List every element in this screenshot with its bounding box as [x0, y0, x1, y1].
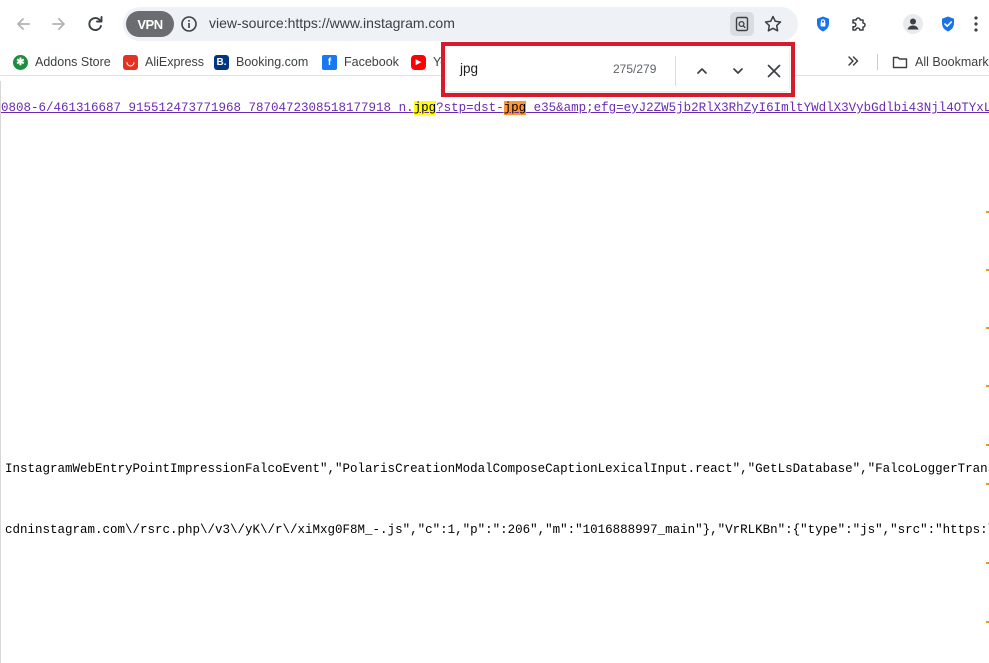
- url-text[interactable]: view-source:https://www.instagram.com: [209, 15, 455, 31]
- addons-store-icon: ✱: [13, 54, 28, 70]
- find-input[interactable]: jpg: [460, 61, 478, 76]
- search-match-active: jpg: [503, 101, 527, 115]
- site-info-icon[interactable]: [180, 15, 198, 33]
- facebook-icon: f: [322, 54, 337, 70]
- vpn-label: VPN: [137, 16, 163, 32]
- find-in-page-icon: [735, 16, 749, 32]
- browser-toolbar: VPN view-source:https://www.instagram.co…: [0, 0, 989, 48]
- find-previous-button[interactable]: [688, 57, 716, 85]
- folder-icon: [892, 56, 908, 69]
- double-chevron-right-icon: [848, 56, 859, 66]
- vpn-button[interactable]: VPN: [126, 11, 174, 37]
- more-bookmarks-button[interactable]: [846, 51, 860, 71]
- bookmark-booking[interactable]: B. Booking.com: [214, 52, 308, 72]
- profile-button[interactable]: [900, 11, 926, 37]
- star-icon: [764, 15, 782, 32]
- source-line-image-url[interactable]: 0808-6/461316687_915512473771968_7870472…: [1, 101, 989, 115]
- chevron-up-icon: [697, 68, 707, 74]
- youtube-icon: ▶: [411, 54, 426, 70]
- all-bookmarks-button[interactable]: All Bookmarks: [892, 52, 989, 72]
- reload-button[interactable]: [80, 9, 110, 39]
- bookmark-label: Facebook: [344, 55, 399, 69]
- security-extension-button[interactable]: [935, 11, 961, 37]
- reload-icon: [88, 16, 103, 31]
- find-match-count: 275/279: [613, 62, 657, 76]
- profile-avatar-icon: [903, 14, 923, 34]
- kebab-menu-icon: [974, 16, 978, 32]
- bookmark-aliexpress[interactable]: ◡ AliExpress: [123, 52, 204, 72]
- bookmarks-divider: [877, 54, 878, 70]
- close-icon: [767, 64, 781, 78]
- extensions-button[interactable]: [846, 11, 872, 37]
- find-bar-annotation: jpg 275/279: [441, 42, 795, 97]
- find-bar: jpg 275/279: [447, 48, 789, 91]
- shield-icon: [817, 16, 829, 32]
- puzzle-icon: [852, 17, 866, 31]
- back-button[interactable]: [8, 9, 38, 39]
- source-text: ?stp=dst-: [436, 101, 504, 115]
- bookmark-label: AliExpress: [145, 55, 205, 69]
- browser-menu-button[interactable]: [966, 11, 986, 37]
- source-line-resources: cdninstagram.com\/rsrc.php\/v3\/yK\/r\/x…: [5, 523, 989, 537]
- source-view: 0808-6/461316687_915512473771968_7870472…: [0, 81, 989, 663]
- source-line-modules: InstagramWebEntryPointImpressionFalcoEve…: [5, 462, 989, 476]
- booking-icon: B.: [214, 54, 229, 70]
- find-close-button[interactable]: [760, 57, 788, 85]
- source-text: 0808-6/461316687_915512473771968_7870472…: [1, 101, 414, 115]
- find-in-page-button[interactable]: [730, 12, 754, 36]
- source-text: _e35&amp;efg=eyJ2ZW5jb2RlX3RhZyI6ImltYWd…: [526, 101, 989, 115]
- find-next-button[interactable]: [724, 57, 752, 85]
- bookmark-facebook[interactable]: f Facebook: [322, 52, 399, 72]
- forward-button[interactable]: [44, 9, 74, 39]
- find-divider: [675, 56, 676, 86]
- extension-shield-button[interactable]: [810, 11, 836, 37]
- bookmark-addons-store[interactable]: ✱ Addons Store: [13, 52, 111, 72]
- check-shield-icon: [942, 16, 954, 32]
- bookmark-label: Addons Store: [35, 55, 111, 69]
- bookmark-star-button[interactable]: [761, 12, 785, 36]
- arrow-left-icon: [17, 18, 30, 30]
- arrow-right-icon: [52, 18, 65, 30]
- all-bookmarks-label: All Bookmarks: [915, 55, 989, 69]
- chevron-down-icon: [733, 68, 743, 74]
- search-match-highlight: jpg: [413, 101, 437, 115]
- address-bar[interactable]: VPN view-source:https://www.instagram.co…: [123, 7, 798, 41]
- aliexpress-icon: ◡: [123, 54, 138, 70]
- bookmark-label: Booking.com: [236, 55, 309, 69]
